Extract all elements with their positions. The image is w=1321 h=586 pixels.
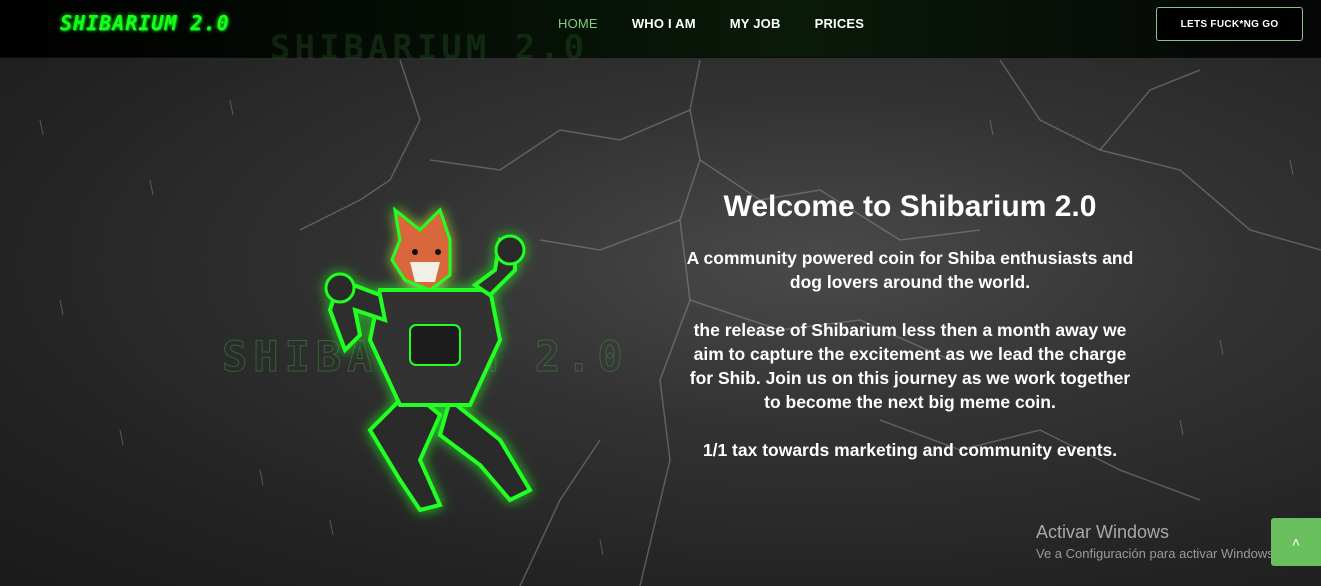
top-navbar: SHIBARIUM 2.0 SHIBARIUM 2.0 HOME WHO I A…	[0, 0, 1321, 68]
cta-button[interactable]: LETS FUCK*NG GO	[1156, 7, 1303, 41]
shiba-robot-mascot-icon	[324, 206, 533, 513]
chevron-up-icon: ˄	[1291, 534, 1301, 550]
hero-paragraph-intro: A community powered coin for Shiba enthu…	[686, 248, 1134, 292]
windows-activation-title: Activar Windows	[1036, 522, 1170, 542]
hero-paragraph-release: the release of Shibarium less then a mon…	[689, 320, 1131, 412]
main-nav: HOME WHO I AM MY JOB PRICES	[558, 16, 898, 31]
nav-prices[interactable]: PRICES	[815, 16, 865, 31]
navbar-watermark: SHIBARIUM 2.0	[270, 28, 589, 68]
hero-title: Welcome to Shibarium 2.0	[723, 190, 1097, 223]
hero-content: Welcome to Shibarium 2.0 A community pow…	[680, 190, 1140, 486]
scroll-to-top-button[interactable]: ˄	[1271, 518, 1321, 566]
hero-paragraph-tax: 1/1 tax towards marketing and community …	[702, 440, 1118, 460]
nav-who-i-am[interactable]: WHO I AM	[632, 16, 696, 31]
nav-my-job[interactable]: MY JOB	[730, 16, 781, 31]
windows-activation-subtitle: Ve a Configuración para activar Windows.	[1036, 546, 1278, 561]
nav-home[interactable]: HOME	[558, 16, 598, 31]
brand-logo[interactable]: SHIBARIUM 2.0	[60, 11, 230, 35]
